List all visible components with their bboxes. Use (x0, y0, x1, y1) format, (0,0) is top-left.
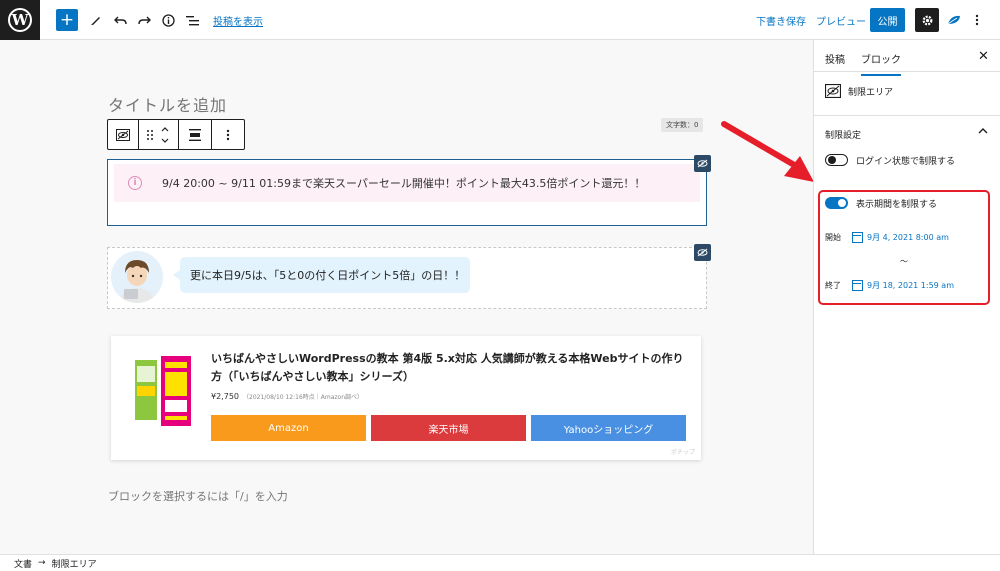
tab-post[interactable]: 投稿 (825, 51, 845, 66)
restricted-eye-icon (825, 84, 841, 98)
align-full-icon (189, 128, 201, 141)
character-count-badge: 文字数：0 (661, 118, 704, 132)
red-arrow-annotation (721, 121, 814, 182)
editor-top-bar: W + 投稿を表示 下書き保存 プレビュー 公開 (0, 0, 1000, 40)
info-icon (161, 13, 175, 27)
product-price: ¥2,750 （2021/08/10 12:16時点｜Amazon調べ） (211, 392, 363, 401)
view-post-link[interactable]: 投稿を表示 (213, 13, 263, 28)
options-menu-button[interactable] (970, 9, 984, 31)
avatar (111, 251, 163, 303)
plugin-button[interactable] (946, 9, 962, 31)
close-icon[interactable]: ✕ (978, 49, 989, 64)
red-highlight-annotation (818, 190, 990, 305)
gear-icon (922, 15, 932, 25)
login-restriction-label: ログイン状態で制限する (856, 157, 956, 167)
redo-icon (137, 16, 151, 24)
rakuten-button[interactable]: 楽天市場 (371, 415, 526, 441)
block-type-button[interactable] (108, 120, 139, 149)
align-button[interactable] (179, 120, 212, 149)
book-cover-image (131, 354, 195, 430)
undo-button[interactable] (112, 9, 128, 31)
save-draft-button[interactable]: 下書き保存 (756, 13, 806, 28)
more-vertical-icon (226, 129, 230, 140)
product-card[interactable]: いちばんやさしいWordPressの教本 第4版 5.x対応 人気講師が教える本… (111, 336, 701, 460)
list-view-button[interactable] (184, 9, 200, 31)
breadcrumb: 文書 → 制限エリア (0, 554, 1000, 571)
breadcrumb-root[interactable]: 文書 (14, 557, 32, 570)
amazon-button[interactable]: Amazon (211, 415, 366, 441)
product-title[interactable]: いちばんやさしいWordPressの教本 第4版 5.x対応 人気講師が教える本… (211, 350, 691, 386)
info-icon: i (128, 176, 142, 190)
breadcrumb-current[interactable]: 制限エリア (52, 557, 97, 570)
drag-and-move-icon[interactable] (144, 124, 174, 146)
swell-leaf-icon (947, 15, 960, 25)
sidebar-tabs: 投稿 ブロック ✕ (814, 40, 1000, 76)
more-vertical-icon (975, 14, 979, 26)
block-inserter-placeholder[interactable]: ブロックを選択するには「/」を入力 (108, 488, 288, 504)
pochipp-mark: ポチップ (670, 449, 695, 456)
speech-bubble-text: 更に本日9/5は、「5と0の付く日ポイント5倍」の日！！ (190, 269, 466, 282)
notice-box: i 9/4 20:00 ~ 9/11 01:59まで楽天スーパーセール開催中！ポ… (114, 164, 700, 202)
price-value: ¥2,750 (211, 392, 239, 401)
breadcrumb-arrow: → (38, 558, 46, 568)
pencil-icon (91, 17, 100, 25)
block-options-button[interactable] (212, 120, 244, 149)
restricted-area-block[interactable]: i 9/4 20:00 ~ 9/11 01:59まで楽天スーパーセール開催中！ポ… (107, 159, 707, 226)
add-block-button[interactable]: + (56, 9, 78, 31)
details-button[interactable] (160, 9, 176, 31)
block-card: 制限エリア (814, 72, 1000, 116)
restricted-area-block-2[interactable]: 更に本日9/5は、「5と0の付く日ポイント5倍」の日！！ (107, 247, 707, 309)
restricted-eye-badge-icon (694, 155, 711, 172)
chevron-up-icon[interactable] (978, 126, 988, 137)
plus-icon: + (59, 10, 75, 30)
wordpress-logo-button[interactable]: W (0, 0, 40, 40)
settings-button[interactable] (915, 8, 939, 32)
yahoo-shopping-button[interactable]: Yahooショッピング (531, 415, 686, 441)
wordpress-logo-icon: W (8, 8, 32, 32)
move-controls (139, 120, 179, 149)
publish-button[interactable]: 公開 (870, 8, 905, 32)
price-note: （2021/08/10 12:16時点｜Amazon調べ） (243, 394, 364, 401)
list-view-icon (185, 15, 199, 25)
speech-bubble: 更に本日9/5は、「5と0の付く日ポイント5倍」の日！！ (173, 257, 470, 293)
undo-icon (113, 16, 127, 24)
tools-button[interactable] (88, 9, 104, 31)
post-title-input[interactable]: タイトルを追加 (108, 92, 227, 116)
block-name: 制限エリア (848, 88, 894, 98)
login-restriction-toggle[interactable] (825, 154, 848, 166)
restriction-settings-title[interactable]: 制限設定 (825, 128, 861, 141)
block-toolbar (107, 119, 245, 150)
restricted-eye-badge-icon (694, 244, 711, 261)
redo-button[interactable] (136, 9, 152, 31)
preview-button[interactable]: プレビュー (816, 13, 866, 28)
notice-text: 9/4 20:00 ~ 9/11 01:59まで楽天スーパーセール開催中！ポイン… (162, 177, 646, 190)
restricted-eye-icon (116, 128, 130, 141)
